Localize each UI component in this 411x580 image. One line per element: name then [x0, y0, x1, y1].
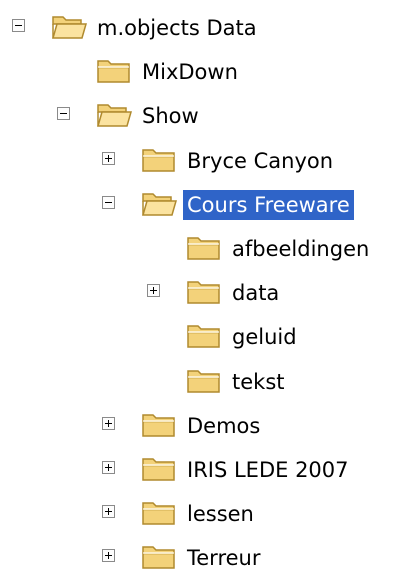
folder-icon [186, 276, 222, 306]
tree-node-label[interactable]: Show [138, 101, 203, 131]
tree-node[interactable]: m.objects Data [0, 6, 411, 50]
tree-node-label[interactable]: data [228, 278, 283, 308]
folder-open-icon [51, 11, 87, 41]
tree-node-label[interactable]: Bryce Canyon [183, 146, 337, 176]
tree-node[interactable]: Cours Freeware [0, 183, 411, 227]
tree-node[interactable]: Demos [0, 404, 411, 448]
tree-node[interactable]: geluid [0, 315, 411, 359]
expand-icon[interactable] [102, 416, 115, 430]
tree-node[interactable]: MixDown [0, 50, 411, 94]
tree-node-label[interactable]: Cours Freeware [183, 189, 354, 220]
tree-node-label[interactable]: MixDown [138, 57, 242, 87]
tree-node[interactable]: lessen [0, 492, 411, 536]
folder-icon [141, 409, 177, 439]
folder-icon [141, 453, 177, 483]
folder-tree: m.objects Data MixDown Show Bryce Canyon Cou… [0, 0, 411, 570]
expand-icon[interactable] [102, 505, 115, 519]
collapse-icon[interactable] [57, 107, 70, 121]
tree-node-label[interactable]: Terreur [183, 543, 264, 573]
tree-node-label[interactable]: IRIS LEDE 2007 [183, 455, 353, 485]
folder-open-icon [141, 188, 177, 218]
tree-node-label[interactable]: m.objects Data [93, 13, 261, 43]
tree-node[interactable]: Bryce Canyon [0, 139, 411, 183]
expand-icon[interactable] [102, 151, 115, 165]
expand-icon[interactable] [147, 284, 160, 298]
collapse-icon[interactable] [12, 19, 25, 32]
tree-node-label[interactable]: tekst [228, 367, 289, 397]
tree-node-label[interactable]: Demos [183, 411, 264, 441]
folder-icon [141, 541, 177, 571]
folder-icon [186, 320, 222, 350]
folder-icon [141, 497, 177, 527]
tree-node-label[interactable]: afbeeldingen [228, 234, 373, 264]
tree-node[interactable]: Show [0, 94, 411, 138]
tree-node-label[interactable]: lessen [183, 499, 258, 529]
tree-node[interactable]: afbeeldingen [0, 227, 411, 271]
tree-node[interactable]: tekst [0, 360, 411, 404]
folder-open-icon [96, 99, 132, 129]
folder-icon [186, 365, 222, 395]
expand-icon[interactable] [102, 461, 115, 474]
collapse-icon[interactable] [102, 195, 115, 209]
tree-node[interactable]: Terreur [0, 536, 411, 580]
folder-icon [186, 232, 222, 262]
tree-node[interactable]: IRIS LEDE 2007 [0, 448, 411, 492]
tree-node-label[interactable]: geluid [228, 322, 301, 352]
tree-node[interactable]: data [0, 271, 411, 315]
folder-icon [141, 144, 177, 174]
expand-icon[interactable] [102, 549, 115, 563]
folder-icon [96, 55, 132, 85]
